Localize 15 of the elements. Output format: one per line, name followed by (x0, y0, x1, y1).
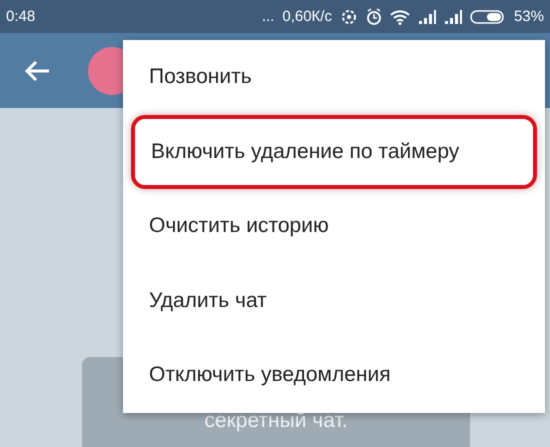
menu-item[interactable]: Очистить историю (123, 189, 545, 264)
network-speed: 0,60К/с (282, 8, 332, 25)
gear-icon (340, 8, 358, 26)
status-time: 0:48 (6, 8, 36, 25)
signal-icon (444, 8, 462, 24)
menu-item[interactable]: Включить удаление по таймеру (131, 114, 537, 189)
wifi-icon (390, 8, 410, 24)
battery-percent: 53% (514, 8, 544, 25)
battery-icon (470, 8, 506, 24)
menu-item[interactable]: Удалить чат (123, 264, 545, 338)
status-dots: ... (262, 8, 274, 25)
menu-item[interactable]: Позвонить (123, 40, 545, 114)
alarm-clock-icon (366, 8, 382, 26)
signal-icon (418, 8, 436, 24)
back-arrow-icon[interactable] (24, 60, 50, 82)
